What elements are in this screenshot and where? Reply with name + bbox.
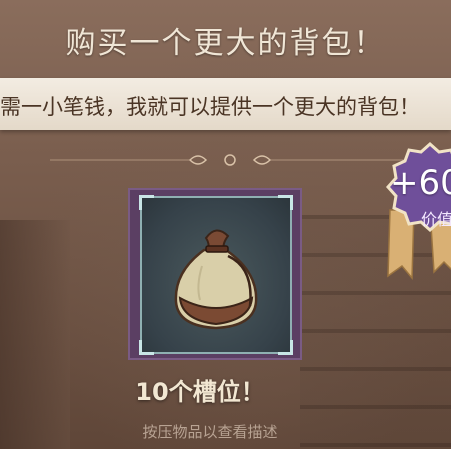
badge-value: +60 [390,163,451,203]
frame-corner [278,195,293,210]
background-door [0,220,70,449]
badge-caption: 价值 [421,210,451,229]
bag-item-card[interactable] [128,188,302,360]
banner-text: 需一小笔钱，我就可以提供一个更大的背包！ [0,95,420,119]
page-title: 购买一个更大的背包！ [65,26,386,61]
slot-count-label: 10个槽位！ [135,378,265,406]
frame-corner [278,340,293,355]
ornament-divider [50,154,410,166]
press-hint: 按压物品以查看描述 [142,423,278,441]
drawstring-bag-icon [174,229,258,330]
offer-banner: 需一小笔钱，我就可以提供一个更大的背包！ [0,78,451,130]
frame-corner [139,195,154,210]
frame-corner [139,340,154,355]
bag-item-frame [139,195,293,355]
